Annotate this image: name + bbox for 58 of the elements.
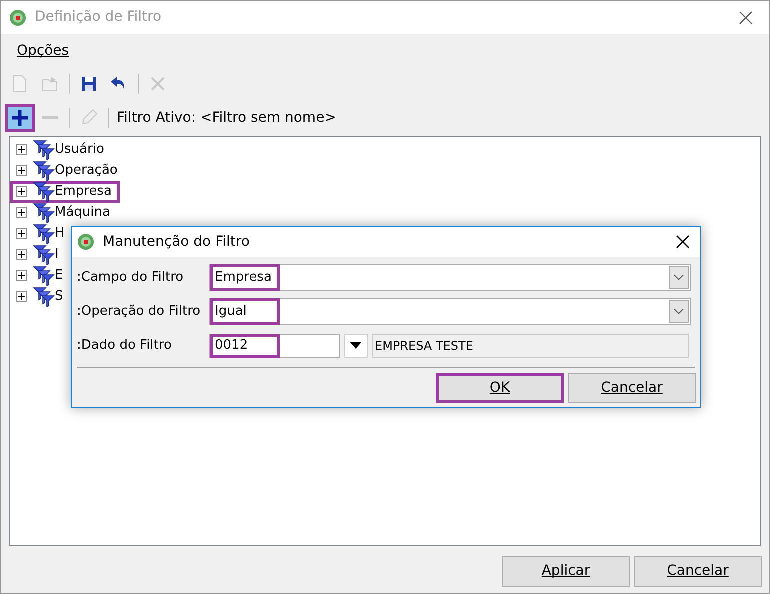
tree-item[interactable]: S bbox=[10, 286, 72, 308]
expander-icon[interactable] bbox=[16, 270, 27, 281]
triangle-down-icon bbox=[350, 342, 362, 349]
funnel-icon bbox=[33, 224, 55, 244]
tree-item[interactable]: Empresa bbox=[10, 180, 120, 202]
tree-item-label: I bbox=[55, 246, 59, 264]
app-logo-icon bbox=[77, 233, 95, 251]
dialog-title: Manutenção do Filtro bbox=[103, 232, 250, 252]
tree-item[interactable]: Máquina bbox=[10, 202, 118, 224]
expander-icon[interactable] bbox=[16, 291, 27, 302]
field-value: 0012 bbox=[210, 334, 280, 358]
combo-value: Igual bbox=[210, 298, 280, 325]
dialog-button[interactable]: OK bbox=[436, 373, 564, 403]
tree-item-label: S bbox=[55, 288, 64, 306]
expander-icon[interactable] bbox=[16, 228, 27, 239]
expander-icon[interactable] bbox=[16, 249, 27, 260]
dropdown-button[interactable] bbox=[344, 334, 368, 358]
active-filter-label: Filtro Ativo: <Filtro sem nome> bbox=[117, 108, 336, 128]
add-icon[interactable] bbox=[10, 108, 30, 128]
funnel-icon bbox=[33, 182, 55, 202]
field-label: :Operação do Filtro bbox=[77, 302, 202, 321]
tree-item-label: Empresa bbox=[55, 182, 112, 201]
funnel-icon bbox=[33, 160, 55, 180]
combo-value: Empresa bbox=[210, 264, 280, 291]
expander-icon[interactable] bbox=[16, 207, 27, 218]
tree-item-label: H bbox=[55, 224, 65, 243]
window-title: Definição de Filtro bbox=[35, 8, 162, 27]
menu-item[interactable]: Opções bbox=[13, 40, 74, 62]
field-label: :Dado do Filtro bbox=[77, 336, 173, 355]
funnel-icon bbox=[33, 266, 55, 286]
tree-item-label: Máquina bbox=[55, 204, 110, 222]
combo-box[interactable]: Igual bbox=[209, 298, 691, 325]
expander-icon[interactable] bbox=[16, 186, 27, 197]
close-icon[interactable] bbox=[676, 235, 690, 249]
close-icon[interactable] bbox=[739, 10, 753, 24]
input-field[interactable]: 0012 bbox=[209, 334, 340, 358]
dialog-button[interactable]: Cancelar bbox=[568, 373, 696, 403]
tree-item[interactable]: H bbox=[10, 222, 73, 244]
combo-box[interactable]: Empresa bbox=[209, 264, 691, 291]
tree-item-label: Usuário bbox=[55, 140, 104, 159]
funnel-icon bbox=[33, 140, 55, 160]
tree-item[interactable]: I bbox=[10, 244, 67, 266]
funnel-icon bbox=[33, 244, 55, 264]
tree-item-label: E bbox=[55, 266, 64, 285]
tree-item[interactable]: Operação bbox=[10, 160, 126, 182]
save-icon[interactable] bbox=[79, 74, 99, 94]
field-label: :Campo do Filtro bbox=[77, 268, 185, 287]
app-logo-icon bbox=[9, 8, 27, 26]
tree-item-label: Operação bbox=[55, 162, 118, 180]
expander-icon[interactable] bbox=[16, 144, 27, 155]
tree-item[interactable]: E bbox=[10, 264, 72, 286]
tree-item[interactable]: Usuário bbox=[10, 138, 112, 160]
expander-icon[interactable] bbox=[16, 165, 27, 176]
funnel-icon bbox=[33, 286, 55, 306]
dialog-button[interactable]: Cancelar bbox=[634, 556, 762, 587]
dialog-button[interactable]: Aplicar bbox=[502, 556, 630, 587]
funnel-icon bbox=[33, 202, 55, 222]
description-field: EMPRESA TESTE bbox=[372, 334, 689, 358]
